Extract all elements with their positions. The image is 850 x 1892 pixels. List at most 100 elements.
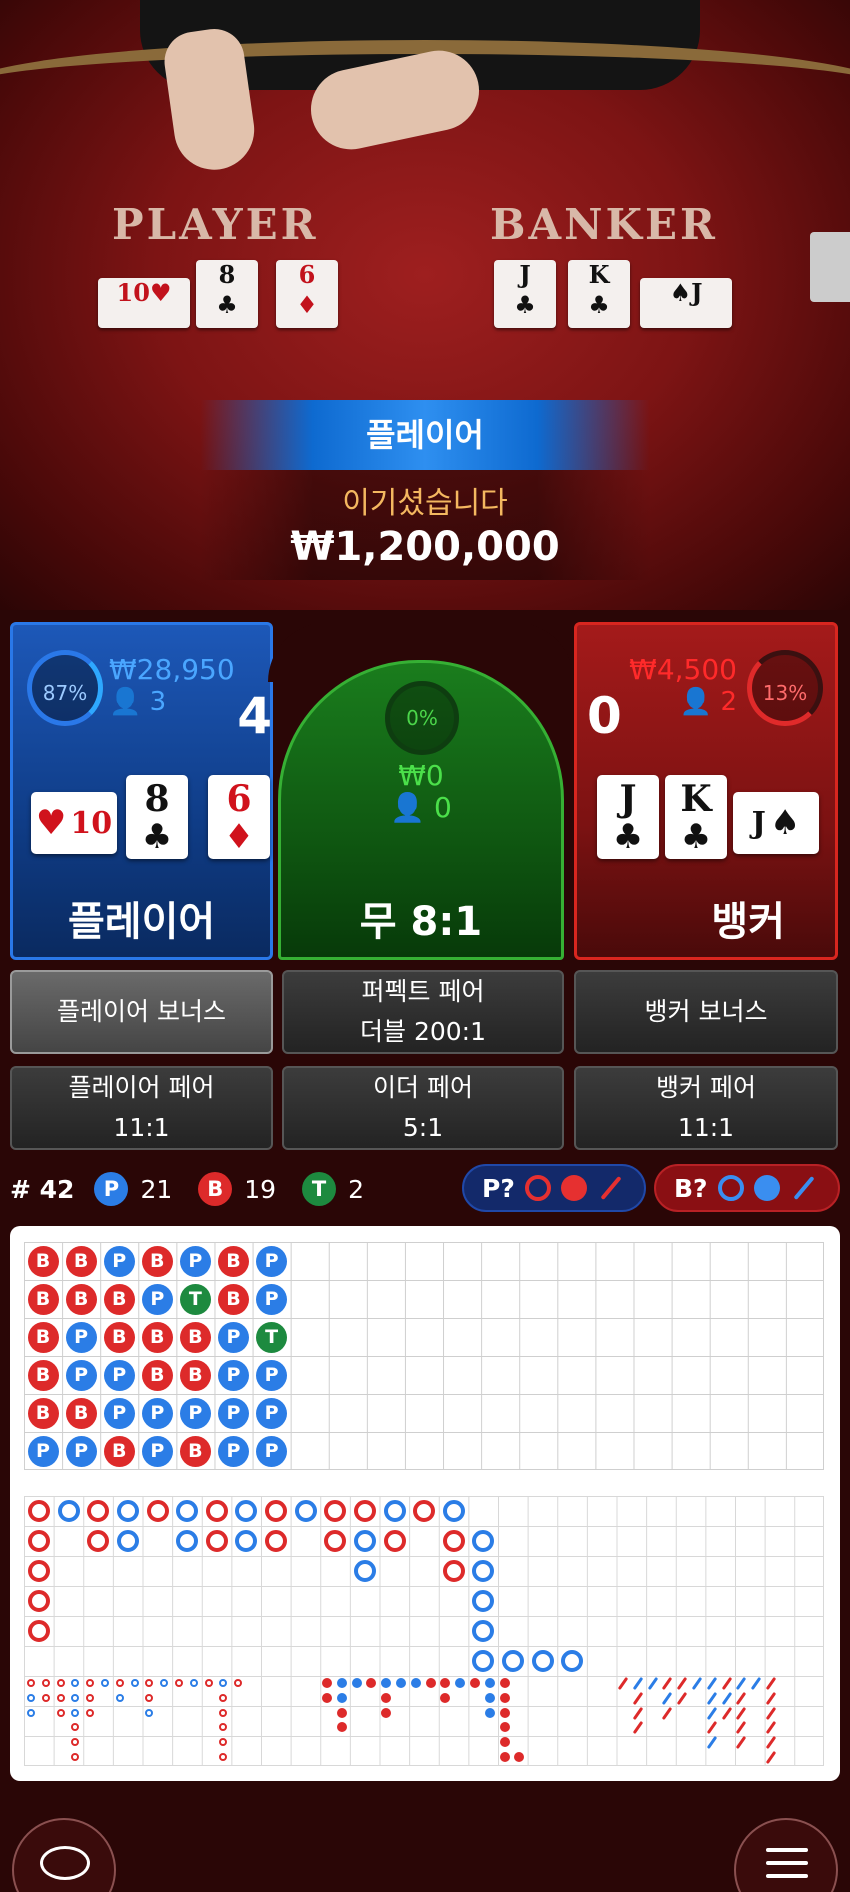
table-banker-card-2: K ♣ [568, 260, 630, 328]
road-ring-P [353, 1560, 376, 1582]
banker-pair-button[interactable]: 뱅커 페어 11:1 [574, 1066, 838, 1150]
hollow-circle-icon [524, 1175, 551, 1201]
banker-card-3: J ♠ [733, 792, 819, 854]
big-eye-dot-P [71, 1708, 80, 1717]
small-road-dot-B [499, 1692, 510, 1703]
bead-B: B [179, 1359, 211, 1391]
road-ring-P [116, 1530, 139, 1552]
chip-button[interactable] [12, 1818, 116, 1892]
bead-B: B [65, 1245, 97, 1277]
big-eye-dot-P [130, 1679, 139, 1687]
big-eye-dot-P [101, 1679, 109, 1687]
player-bettor-count: 👤 3 [109, 687, 167, 717]
tie-stake: ₩0 [398, 759, 444, 792]
bead-P: P [65, 1435, 97, 1467]
big-eye-dot-B [41, 1679, 50, 1687]
bead-B: B [65, 1397, 97, 1429]
road-ring-B [28, 1620, 50, 1642]
bead-P: P [65, 1321, 97, 1353]
road-ring-P [116, 1500, 139, 1522]
banker-wins-badge: B [198, 1172, 233, 1206]
road-ring-P [383, 1500, 406, 1522]
road-ring-P [502, 1650, 525, 1672]
small-road-dot-B [499, 1737, 510, 1748]
small-road-dot-B [499, 1678, 510, 1688]
player-score: 4 [237, 687, 272, 745]
small-road-dot-B [381, 1707, 392, 1718]
small-road-dot-B [322, 1678, 332, 1688]
road-ring-B [265, 1500, 288, 1522]
user-icon: 👤 [390, 791, 426, 824]
shoe-stats: # 42 P 21 B 19 T 2 [10, 1166, 390, 1212]
road-ring-B [28, 1530, 50, 1552]
small-road-dot-P [484, 1678, 495, 1688]
bead-P: P [218, 1359, 249, 1391]
big-eye-dot-B [56, 1693, 65, 1702]
road-ring-P [442, 1500, 465, 1522]
small-road-dot-P [336, 1692, 347, 1703]
road-ring-B [265, 1530, 288, 1552]
bead-B: B [141, 1321, 173, 1353]
player-predict-button[interactable]: P? [462, 1164, 646, 1212]
bead-B: B [179, 1435, 211, 1467]
tie-bet-area[interactable]: 0% ₩0 👤 0 무 8:1 [278, 660, 564, 960]
perfect-pair-button[interactable]: 퍼펙트 페어 더블 200:1 [282, 970, 564, 1054]
table-banker-card-3: ♠J [640, 278, 732, 328]
big-eye-dot-B [86, 1693, 95, 1702]
bead-P: P [179, 1245, 211, 1277]
bead-B: B [103, 1283, 135, 1315]
bead-P: P [141, 1435, 173, 1467]
user-icon: 👤 [109, 687, 142, 717]
table-banker-card-1: J ♣ [494, 260, 556, 328]
small-road-dot-B [499, 1722, 510, 1733]
scoreboard-roadmap[interactable]: BBBBBPBBPPBPPBBPPBBPBBPPPTBBPBBBPPPPPPTP… [10, 1226, 840, 1781]
small-road-dot-P [336, 1678, 347, 1688]
player-pair-button[interactable]: 플레이어 페어 11:1 [10, 1066, 273, 1150]
bead-P: P [218, 1397, 249, 1429]
banker-wins-count: 19 [244, 1174, 277, 1204]
player-percent-ring: 87% [27, 650, 103, 726]
banker-bonus-button[interactable]: 뱅커 보너스 [574, 970, 838, 1054]
result-winner-banner: 플레이어 [200, 400, 650, 470]
bead-P: P [179, 1397, 211, 1429]
banker-card-1: J ♣ [597, 775, 659, 859]
player-card-3: 6 ♦ [208, 775, 270, 859]
slash-icon [600, 1175, 622, 1201]
small-road-dot-B [322, 1692, 332, 1703]
live-video-feed: PLAYER BANKER 10♥ 8 ♣ 6 ♦ J ♣ K ♣ ♠J 플레이어 이기… [0, 0, 850, 610]
banker-bet-area[interactable]: 13% ₩4,500 👤 2 0 J ♣ K ♣ J ♠ 뱅커 [574, 622, 838, 960]
either-pair-button[interactable]: 이더 페어 5:1 [282, 1066, 564, 1150]
tie-wins-count: 2 [348, 1174, 364, 1204]
small-road-dot-B [336, 1707, 347, 1718]
bead-P: P [256, 1397, 288, 1429]
bead-B: B [27, 1245, 59, 1277]
banker-bet-label: 뱅커 [711, 899, 785, 945]
bead-B: B [103, 1435, 135, 1467]
bead-P: P [218, 1321, 249, 1353]
player-bet-label: 플레이어 [68, 899, 216, 945]
table-player-label: PLAYER [112, 200, 319, 249]
big-eye-dot-B [175, 1679, 183, 1687]
road-ring-P [531, 1650, 554, 1672]
banker-bettor-count: 👤 2 [679, 687, 737, 717]
player-bet-area[interactable]: 87% ₩28,950 👤 3 4 ♥ 10 8 ♣ 6 ♦ 플레이어 [10, 622, 273, 960]
road-ring-B [205, 1530, 228, 1552]
big-eye-dot-B [56, 1679, 65, 1687]
player-stake: ₩28,950 [109, 653, 235, 686]
bead-B: B [218, 1283, 249, 1315]
big-eye-dot-P [115, 1693, 124, 1702]
user-icon: 👤 [679, 687, 713, 717]
road-ring-P [353, 1530, 376, 1552]
bead-B: B [218, 1245, 249, 1277]
table-player-card-2: 8 ♣ [196, 260, 258, 328]
slash-icon [793, 1175, 815, 1201]
player-bonus-button[interactable]: 플레이어 보너스 [10, 970, 273, 1054]
road-ring-B [353, 1500, 376, 1522]
road-ring-B [205, 1500, 228, 1522]
menu-button[interactable] [734, 1818, 838, 1892]
bead-P: P [256, 1283, 288, 1315]
bead-T: T [179, 1283, 211, 1315]
tie-bet-label: 무 8:1 [359, 899, 483, 945]
banker-predict-button[interactable]: B? [654, 1164, 840, 1212]
big-eye-dot-P [189, 1679, 198, 1687]
